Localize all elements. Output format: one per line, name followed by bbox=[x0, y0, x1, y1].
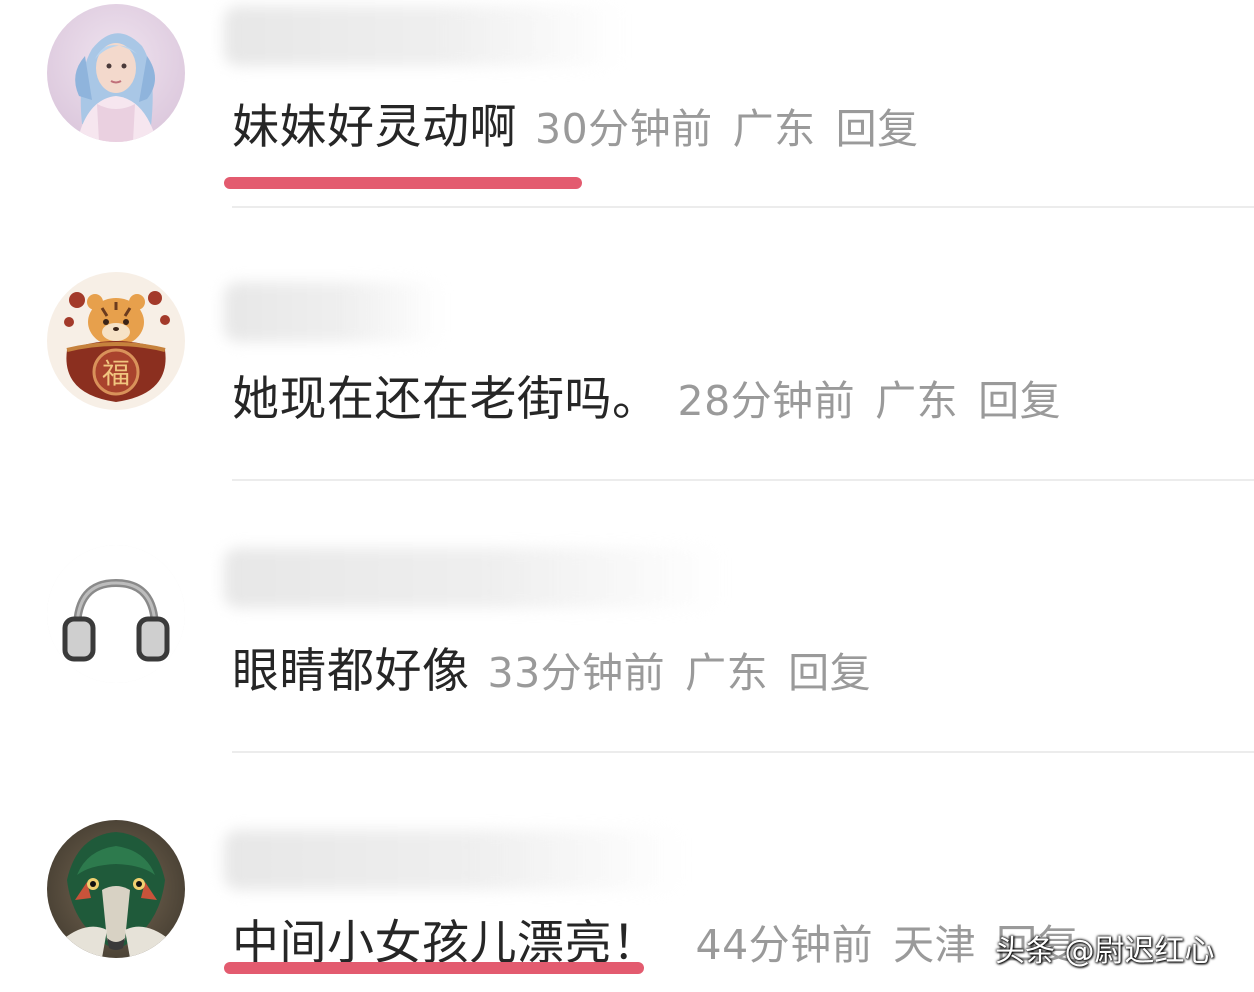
duck-avatar-icon[interactable] bbox=[47, 820, 185, 958]
fu-character: 福 bbox=[102, 357, 130, 390]
comment-location: 广东 bbox=[685, 649, 769, 697]
comment-list: 妹妹好灵动啊 30分钟前 广东 回复 福 她现在还在老街吗。 28分钟前 广东 … bbox=[0, 0, 1254, 992]
comment-location: 广东 bbox=[732, 105, 816, 153]
headphones-avatar-icon[interactable] bbox=[47, 545, 185, 683]
highlight-underline bbox=[224, 962, 644, 974]
comment-location: 天津 bbox=[893, 921, 977, 969]
comment-meta: 28分钟前 广东 回复 bbox=[678, 367, 1082, 427]
comment-meta: 30分钟前 广东 回复 bbox=[535, 95, 939, 155]
comment-meta: 33分钟前 广东 回复 bbox=[488, 639, 892, 699]
highlight-underline bbox=[224, 177, 582, 189]
username-blurred[interactable] bbox=[224, 830, 684, 890]
comment-line: 妹妹好灵动啊 30分钟前 广东 回复 bbox=[232, 88, 939, 157]
reply-button[interactable]: 回复 bbox=[978, 377, 1061, 425]
watermark: 头条 @尉迟红心 bbox=[995, 934, 1215, 969]
comment-text: 她现在还在老街吗。 bbox=[232, 372, 660, 427]
comment-line: 她现在还在老街吗。 28分钟前 广东 回复 bbox=[232, 360, 1081, 429]
comment-time: 28分钟前 bbox=[677, 377, 856, 425]
comment-location: 广东 bbox=[875, 377, 959, 425]
reply-button[interactable]: 回复 bbox=[788, 649, 871, 697]
divider bbox=[232, 479, 1254, 481]
comment-time: 33分钟前 bbox=[487, 649, 666, 697]
username-blurred[interactable] bbox=[224, 6, 624, 66]
username-blurred[interactable] bbox=[224, 548, 724, 608]
divider bbox=[232, 751, 1254, 753]
comment-text: 眼睛都好像 bbox=[232, 644, 470, 699]
divider bbox=[232, 206, 1254, 208]
tiger-fu-avatar-icon[interactable]: 福 bbox=[47, 272, 185, 410]
comment-text: 妹妹好灵动啊 bbox=[232, 100, 517, 155]
username-blurred[interactable] bbox=[224, 282, 444, 342]
comment-time: 44分钟前 bbox=[695, 921, 874, 969]
girl-avatar-icon[interactable] bbox=[47, 4, 185, 142]
comment-time: 30分钟前 bbox=[535, 105, 713, 153]
comment-line: 眼睛都好像 33分钟前 广东 回复 bbox=[232, 632, 891, 701]
reply-button[interactable]: 回复 bbox=[836, 105, 919, 153]
